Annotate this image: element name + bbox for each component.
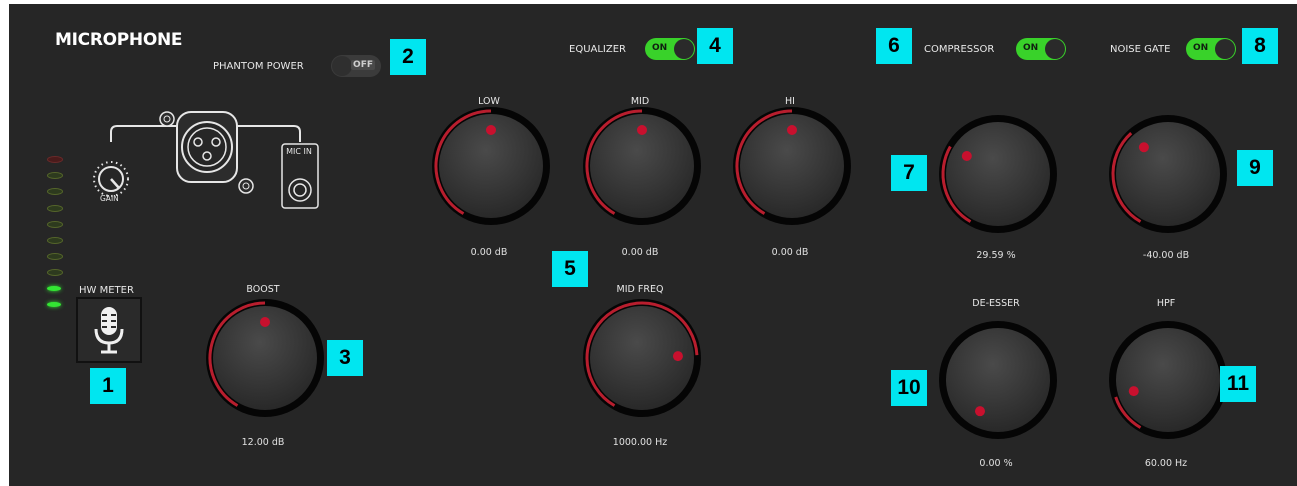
callout-badge-4: 4	[697, 28, 733, 64]
low-value: 0.00 dB	[470, 247, 508, 258]
meter-led	[47, 301, 61, 307]
knob-indicator-dot	[260, 317, 270, 327]
knob-graphic	[583, 299, 701, 417]
meter-led	[47, 220, 63, 228]
phantom-power-label: PHANTOM POWER	[213, 61, 304, 72]
callout-badge-7: 7	[891, 155, 927, 191]
compressor-label: COMPRESSOR	[924, 44, 995, 55]
xlr-connector-icon	[159, 111, 254, 194]
panel-title: MICROPHONE	[55, 30, 183, 50]
toggle-thumb	[332, 56, 352, 76]
hw-meter-label: HW METER	[79, 285, 134, 296]
knob-graphic	[1109, 321, 1227, 439]
microphone-panel: MICROPHONE PHANTOM POWER OFF EQUALIZER O…	[9, 4, 1297, 486]
hi-knob[interactable]	[730, 104, 854, 228]
callout-badge-8: 8	[1242, 28, 1278, 64]
hw-meter-button[interactable]	[76, 297, 142, 363]
knob-graphic	[733, 107, 851, 225]
knob-graphic	[583, 107, 701, 225]
gain-knob-icon	[93, 161, 129, 197]
callout-badge-9: 9	[1237, 150, 1273, 186]
boost-knob-label: BOOST	[246, 284, 280, 295]
toggle-thumb	[1215, 39, 1235, 59]
toggle-thumb	[674, 39, 694, 59]
knob-indicator-dot	[486, 125, 496, 135]
callout-badge-3: 3	[327, 340, 363, 376]
de-esser-knob[interactable]	[936, 318, 1060, 442]
phantom-power-state: OFF	[351, 60, 375, 70]
hpf-knob-label: HPF	[1156, 298, 1176, 309]
microphone-icon	[94, 307, 124, 354]
knob-graphic	[432, 107, 550, 225]
equalizer-label: EQUALIZER	[569, 44, 626, 55]
compressor-state: ON	[1023, 43, 1039, 53]
mid-freq-value: 1000.00 Hz	[612, 437, 668, 448]
compressor-knob[interactable]	[936, 112, 1060, 236]
boost-knob[interactable]	[203, 296, 327, 420]
hpf-value: 60.00 Hz	[1144, 458, 1188, 469]
meter-led	[47, 188, 63, 196]
knob-graphic	[939, 115, 1057, 233]
equalizer-state: ON	[652, 43, 668, 53]
input-diagram	[93, 111, 319, 209]
callout-badge-5: 5	[552, 251, 588, 287]
compressor-value: 29.59 %	[976, 250, 1016, 261]
low-knob[interactable]	[429, 104, 553, 228]
knob-indicator-dot	[975, 406, 985, 417]
noise-gate-state: ON	[1193, 43, 1209, 53]
knob-graphic	[1109, 115, 1227, 233]
de-esser-knob-label: DE-ESSER	[972, 298, 1020, 309]
equalizer-toggle[interactable]: ON	[645, 38, 695, 60]
gain-label: GAIN	[100, 194, 119, 203]
meter-led	[47, 285, 61, 291]
knob-graphic	[939, 321, 1057, 439]
hpf-knob[interactable]	[1106, 318, 1230, 442]
knob-indicator-dot	[672, 351, 683, 362]
mic-in-label: MIC IN	[286, 147, 312, 156]
noise-gate-value: -40.00 dB	[1142, 250, 1190, 261]
phantom-power-toggle[interactable]: OFF	[331, 55, 381, 77]
mid-knob[interactable]	[580, 104, 704, 228]
noise-gate-knob[interactable]	[1106, 112, 1230, 236]
callout-badge-2: 2	[390, 39, 426, 75]
compressor-toggle[interactable]: ON	[1016, 38, 1066, 60]
meter-led	[47, 204, 63, 212]
knob-indicator-dot	[961, 151, 972, 161]
callout-badge-10: 10	[891, 370, 927, 406]
mid-value: 0.00 dB	[621, 247, 659, 258]
mid-freq-knob-label: MID FREQ	[616, 284, 664, 295]
knob-graphic	[206, 299, 324, 417]
knob-indicator-dot	[1138, 142, 1149, 153]
meter-led	[47, 156, 63, 163]
callout-badge-1: 1	[90, 368, 126, 404]
meter-led	[47, 269, 63, 277]
meter-led	[47, 172, 63, 180]
de-esser-value: 0.00 %	[979, 458, 1013, 469]
callout-badge-11: 11	[1220, 366, 1256, 402]
noise-gate-label: NOISE GATE	[1110, 44, 1171, 55]
meter-led	[47, 237, 63, 244]
knob-indicator-dot	[1128, 386, 1139, 397]
noise-gate-toggle[interactable]: ON	[1186, 38, 1236, 60]
boost-value: 12.00 dB	[241, 437, 285, 448]
mid-freq-knob[interactable]	[580, 296, 704, 420]
hi-value: 0.00 dB	[771, 247, 809, 258]
toggle-thumb	[1045, 39, 1065, 59]
callout-badge-6: 6	[876, 28, 912, 64]
knob-indicator-dot	[787, 125, 797, 135]
knob-indicator-dot	[637, 125, 647, 135]
meter-led	[47, 253, 63, 261]
